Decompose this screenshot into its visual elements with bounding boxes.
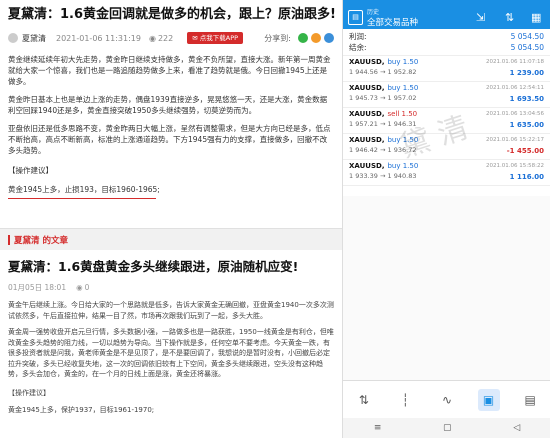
article-paragraph: 黄金周一强势收盘开启元旦行情，多头数据小强，一路做多也是一路获胜，1950一线黄… (8, 328, 334, 378)
chart-icon[interactable]: ┆ (394, 389, 416, 411)
section-marker (8, 235, 10, 245)
trade-datetime: 2021.01.06 12:54:11 (486, 85, 544, 91)
trade-row[interactable]: XAUUSD, buy 1.50 1 933.39 → 1 940.83 2021… (343, 160, 550, 186)
trade-datetime: 2021.01.06 13:04:56 (486, 111, 544, 117)
trade-symbol: XAUUSD, (349, 58, 385, 66)
advice-heading: 【操作建议】 (8, 166, 53, 175)
trade-list: XAUUSD, buy 1.50 1 944.56 → 1 952.82 2021… (343, 56, 550, 186)
article-primary: 夏黛清：1.6黄金回调就是做多的机会，跟上？原油跟多! 夏黛清 2021-01-… (0, 0, 342, 228)
home-key-icon[interactable]: ▢ (443, 423, 452, 433)
article-paragraph: 黄金继续延续年初大先走势，黄金昨日继续支持做多，黄金不负所望，直接大涨。新年第一… (8, 55, 331, 86)
article-meta: 夏黛清 2021-01-06 11:31:19 ◉ 222 ✉ 点我下载APP … (8, 29, 334, 47)
trade-action: buy 1.50 (387, 58, 419, 66)
trade-row[interactable]: XAUUSD, buy 1.50 1 944.56 → 1 952.82 2021… (343, 56, 550, 82)
mt4-history-panel: ▤ 历史 全部交易品种 ⇲ ⇅ ▦ 利润: 5 054.50 结余: 5 054… (342, 0, 550, 438)
trade-datetime: 2021.01.06 15:22:17 (486, 137, 544, 143)
trade-icon[interactable]: ∿ (436, 389, 458, 411)
account-summary: 利润: 5 054.50 结余: 5 054.50 (343, 29, 550, 56)
trade-profit: 1 693.50 (509, 95, 544, 103)
article-paragraph: 亚盘依旧还是低多思路不变，黄金昨两日大幅上涨，呈然有调整需求，但是大方向已经是多… (8, 124, 331, 155)
trade-action: buy 1.50 (387, 162, 419, 170)
back-key-icon[interactable]: ◁ (513, 423, 520, 433)
trade-row[interactable]: XAUUSD, buy 1.50 1 946.42 → 1 936.72 2021… (343, 134, 550, 160)
trade-advice: 黄金1945上多，止损193，目标1960-1965; (8, 184, 160, 199)
publish-time: 2021-01-06 11:31:19 (56, 33, 141, 43)
publish-date: 01月05日 18:01 (8, 282, 67, 292)
summary-label: 利润: (349, 32, 367, 41)
trade-advice: 黄金1945上多，保护1937，目标1961-1970; (8, 405, 155, 414)
trade-action: buy 1.50 (387, 84, 419, 92)
settings-icon[interactable]: ▤ (519, 389, 541, 411)
author-articles-label[interactable]: 夏黛清 的文章 (14, 234, 68, 246)
summary-value: 5 054.50 (510, 32, 544, 41)
trade-profit: 1 116.00 (509, 173, 544, 181)
trade-row[interactable]: XAUUSD, sell 1.50 1 957.21 → 1 946.31 202… (343, 108, 550, 134)
article-secondary: 夏黛清：1.6黄盘黄金多头继续跟进，原油随机应变! 01月05日 18:01 ◉… (0, 252, 342, 438)
author-articles-header: 夏黛清 的文章 (0, 228, 342, 250)
author-avatar[interactable] (8, 33, 18, 43)
trade-profit: 1 239.00 (509, 69, 544, 77)
trade-symbol: XAUUSD, (349, 136, 385, 144)
article-title[interactable]: 夏黛清：1.6黄盘黄金多头继续跟进，原油随机应变! (8, 258, 334, 276)
profit-row: 利润: 5 054.50 (349, 31, 544, 42)
calendar-icon[interactable]: ▦ (531, 11, 541, 24)
article-paragraph: 黄金午后继续上涨。今日给大家的一个思路就是低多，告诉大家黄金无确回撤，亚盘黄金1… (8, 301, 334, 320)
sort-icon[interactable]: ⇅ (505, 11, 514, 24)
advice-heading: 【操作建议】 (8, 388, 50, 397)
article-title[interactable]: 夏黛清：1.6黄金回调就是做多的机会，跟上？原油跟多! (8, 6, 336, 24)
history-toolbar: ▤ 历史 全部交易品种 ⇲ ⇅ ▦ (343, 6, 550, 29)
trade-datetime: 2021.01.06 15:58:22 (486, 163, 544, 169)
download-app-button[interactable]: ✉ 点我下载APP (187, 32, 244, 44)
trade-datetime: 2021.01.06 11:07:18 (486, 59, 544, 65)
history-icon[interactable]: ▤ (348, 10, 363, 25)
bottom-navigation: ⇅ ┆ ∿ ▣ ▤ (343, 380, 550, 418)
qq-share-icon[interactable] (324, 33, 334, 43)
view-count: 222 (157, 33, 174, 43)
share-label: 分享到: (264, 33, 291, 43)
add-symbol-icon[interactable]: ⇲ (476, 11, 485, 24)
summary-value: 5 054.50 (510, 43, 544, 52)
trade-symbol: XAUUSD, (349, 84, 385, 92)
trade-action: buy 1.50 (387, 136, 419, 144)
trade-action: sell 1.50 (387, 110, 418, 118)
article-paragraph: 黄金昨日基本上也是单边上涨的走势，偶盘1939直接逆多，晃晃悠悠一天，还是大涨，… (8, 95, 328, 115)
trade-symbol: XAUUSD, (349, 110, 385, 118)
summary-label: 结余: (349, 43, 367, 52)
trade-profit: -1 455.00 (506, 147, 544, 155)
menu-key-icon[interactable]: ≡ (374, 423, 382, 433)
wechat-share-icon[interactable] (298, 33, 308, 43)
toolbar-subtitle: 历史 (367, 9, 380, 16)
trade-symbol: XAUUSD, (349, 162, 385, 170)
weibo-share-icon[interactable] (311, 33, 321, 43)
views-eye-icon: ◉ (76, 282, 83, 292)
view-count: 0 (84, 282, 90, 292)
article-meta: 01月05日 18:01 ◉ 0 (8, 280, 334, 294)
trade-profit: 1 635.00 (509, 121, 544, 129)
system-keys: ≡ ▢ ◁ (343, 418, 550, 438)
history-nav-icon[interactable]: ▣ (477, 388, 500, 411)
article-area: 夏黛清：1.6黄金回调就是做多的机会，跟上？原油跟多! 夏黛清 2021-01-… (0, 0, 342, 438)
balance-row: 结余: 5 054.50 (349, 42, 544, 53)
quotes-icon[interactable]: ⇅ (353, 389, 375, 411)
empty-area (343, 196, 550, 380)
author-name[interactable]: 夏黛清 (22, 33, 46, 44)
views-eye-icon: ◉ (148, 33, 156, 43)
toolbar-title[interactable]: 全部交易品种 (367, 16, 418, 28)
trade-row[interactable]: XAUUSD, buy 1.50 1 945.73 → 1 957.02 2021… (343, 82, 550, 108)
